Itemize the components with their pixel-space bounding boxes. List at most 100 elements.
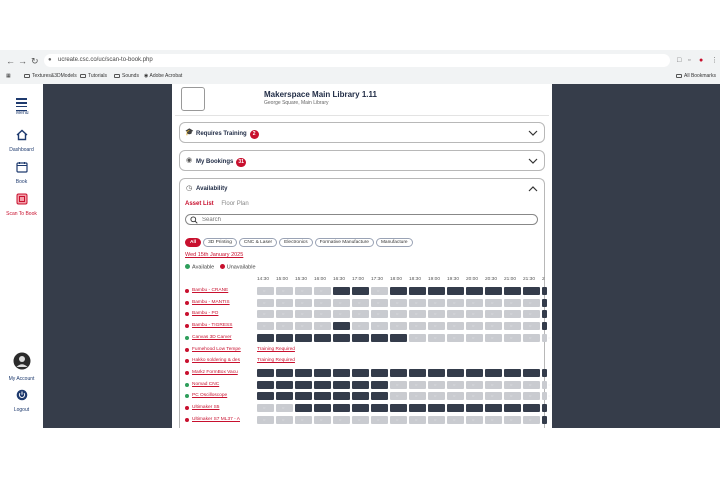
free-slot[interactable] [276,298,293,307]
asset-name-link[interactable]: Bambu - TIGRESS [192,322,252,330]
asset-name-link[interactable]: Markz FormBox Vacu [192,369,252,377]
free-slot[interactable] [276,415,293,424]
kebab-menu-icon[interactable]: ⋮ [711,54,718,68]
free-slot[interactable] [504,333,521,342]
free-slot[interactable] [466,333,483,342]
free-slot[interactable] [409,380,426,389]
reload-icon[interactable]: ↻ [31,54,39,68]
requires-training-section[interactable]: 🎓 Requires Training 2 [179,122,545,143]
free-slot[interactable] [523,392,540,401]
free-slot[interactable] [371,322,388,331]
free-slot[interactable] [257,322,274,331]
asset-name-link[interactable]: Bambu - PO [192,310,252,318]
asset-name-link[interactable]: Fumehood Low Tempe [192,346,252,354]
free-slot[interactable] [466,322,483,331]
free-slot[interactable] [276,322,293,331]
free-slot[interactable] [333,298,350,307]
free-slot[interactable] [257,310,274,319]
free-slot[interactable] [314,415,331,424]
free-slot[interactable] [485,380,502,389]
free-slot[interactable] [257,415,274,424]
free-slot[interactable] [390,298,407,307]
filter-chip[interactable]: Formative Manufacture [314,238,374,247]
free-slot[interactable] [428,415,445,424]
free-slot[interactable] [371,287,388,295]
chevron-up-icon[interactable] [527,183,539,195]
free-slot[interactable] [371,298,388,307]
free-slot[interactable] [485,322,502,331]
filter-chip[interactable]: Electronics [279,238,313,247]
free-slot[interactable] [352,310,369,319]
free-slot[interactable] [295,298,312,307]
free-slot[interactable] [295,415,312,424]
free-slot[interactable] [333,415,350,424]
free-slot[interactable] [485,298,502,307]
date-selector[interactable]: Wed 15th January 2025 [185,252,243,258]
free-slot[interactable] [390,322,407,331]
my-bookings-section[interactable]: ◉ My Bookings 31 [179,150,545,171]
free-slot[interactable] [447,322,464,331]
free-slot[interactable] [257,298,274,307]
asset-name-link[interactable]: Nomad CNC [192,381,252,389]
free-slot[interactable] [276,310,293,319]
back-arrow-icon[interactable]: ← [6,54,15,68]
forward-arrow-icon[interactable]: → [18,54,27,68]
cast-icon[interactable]: □ [677,54,681,68]
free-slot[interactable] [447,310,464,319]
chevron-down-icon[interactable] [527,155,539,167]
free-slot[interactable] [447,298,464,307]
free-slot[interactable] [295,287,312,295]
free-slot[interactable] [390,415,407,424]
free-slot[interactable] [504,310,521,319]
free-slot[interactable] [257,404,274,412]
free-slot[interactable] [523,310,540,319]
bookmark-item[interactable]: ◉ Adobe Acrobat [144,70,182,82]
sidebar-item-scan-to-book[interactable]: Scan To Book [0,192,43,217]
free-slot[interactable] [428,310,445,319]
sidebar-item-dashboard[interactable]: Dashboard [0,128,43,153]
chevron-down-icon[interactable] [527,127,539,139]
free-slot[interactable] [542,392,550,401]
free-slot[interactable] [485,392,502,401]
free-slot[interactable] [504,415,521,424]
free-slot[interactable] [523,322,540,331]
asset-name-link[interactable]: Ultimaker S7 ML37 - A [192,416,252,424]
free-slot[interactable] [523,380,540,389]
filter-chip[interactable]: All [185,238,202,247]
free-slot[interactable] [352,415,369,424]
free-slot[interactable] [466,415,483,424]
free-slot[interactable] [466,310,483,319]
free-slot[interactable] [466,392,483,401]
free-slot[interactable] [295,322,312,331]
free-slot[interactable] [352,322,369,331]
free-slot[interactable] [314,287,331,295]
free-slot[interactable] [447,392,464,401]
free-slot[interactable] [504,322,521,331]
sidebar-item-menu[interactable]: Menu [0,96,43,116]
free-slot[interactable] [371,415,388,424]
free-slot[interactable] [409,298,426,307]
free-slot[interactable] [504,392,521,401]
free-slot[interactable] [523,415,540,424]
free-slot[interactable] [314,310,331,319]
sidebar-item-book[interactable]: Book [0,160,43,185]
free-slot[interactable] [390,380,407,389]
free-slot[interactable] [428,298,445,307]
free-slot[interactable] [276,404,293,412]
address-bar[interactable]: ● ucreate.csc.co/uc/scan-to-book.php [44,54,670,67]
asset-name-link[interactable]: Canvas 3D Carver [192,334,252,342]
free-slot[interactable] [409,310,426,319]
free-slot[interactable] [523,333,540,342]
search-input[interactable] [202,216,502,224]
all-bookmarks[interactable]: All Bookmarks [676,70,716,82]
bookmark-item[interactable]: Tutorials [80,70,107,82]
asset-name-link[interactable]: Hakko soldering & des [192,357,252,365]
apps-grid-icon[interactable]: ▦ [6,70,11,82]
bookmark-item[interactable]: Textures&3DModels [24,70,77,82]
free-slot[interactable] [466,298,483,307]
free-slot[interactable] [447,415,464,424]
free-slot[interactable] [409,415,426,424]
extensions-icon[interactable]: ▫ [688,54,690,68]
free-slot[interactable] [409,392,426,401]
filter-chip[interactable]: Manufacture [375,238,413,247]
